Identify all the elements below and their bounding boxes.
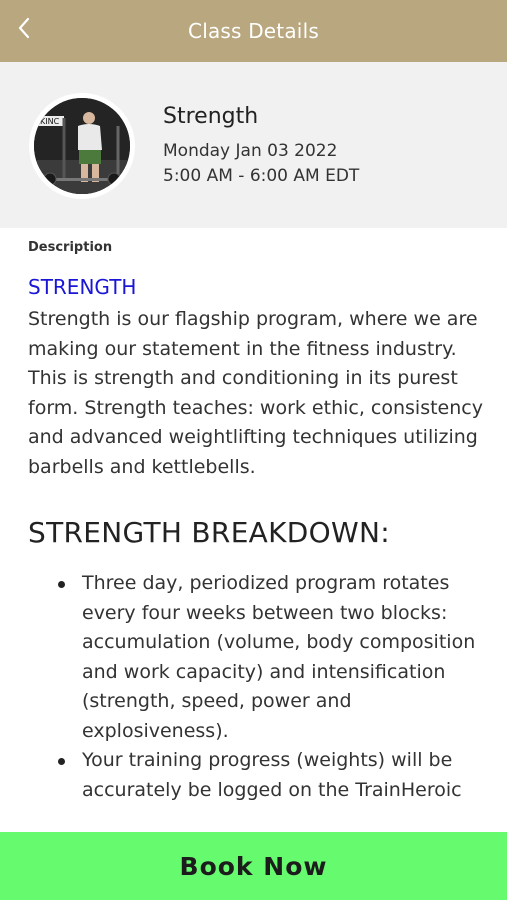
class-name: Strength bbox=[163, 104, 259, 129]
page-title: Class Details bbox=[188, 19, 319, 43]
class-info: Strength Monday Jan 03 2022 5:00 AM - 6:… bbox=[163, 104, 359, 189]
description-section: Description STRENGTH Strength is our fla… bbox=[28, 240, 484, 805]
list-item: Your training progress (weights) will be… bbox=[58, 746, 484, 805]
description-text: Strength is our flagship program, where … bbox=[28, 308, 483, 478]
list-item: Three day, periodized program rotates ev… bbox=[58, 569, 484, 746]
description-label: Description bbox=[28, 240, 113, 255]
back-button[interactable] bbox=[10, 10, 38, 46]
class-avatar: KINC bbox=[29, 93, 135, 199]
app-header: Class Details bbox=[0, 0, 507, 62]
class-time: 5:00 AM - 6:00 AM EDT bbox=[163, 166, 360, 186]
breakdown-title: STRENGTH BREAKDOWN: bbox=[28, 516, 390, 549]
class-summary-card: KINC Strength Monday Jan 03 2022 5:00 AM… bbox=[0, 62, 507, 228]
athlete-photo-illustration: KINC bbox=[34, 98, 130, 194]
chevron-left-icon bbox=[18, 17, 30, 39]
svg-text:KINC: KINC bbox=[40, 117, 60, 126]
class-photo: KINC bbox=[34, 98, 130, 194]
book-now-button[interactable]: Book Now bbox=[0, 832, 507, 900]
class-date: Monday Jan 03 2022 bbox=[163, 141, 338, 161]
description-heading: STRENGTH bbox=[28, 275, 137, 299]
book-now-label: Book Now bbox=[179, 851, 328, 881]
breakdown-list: Three day, periodized program rotates ev… bbox=[28, 569, 484, 805]
